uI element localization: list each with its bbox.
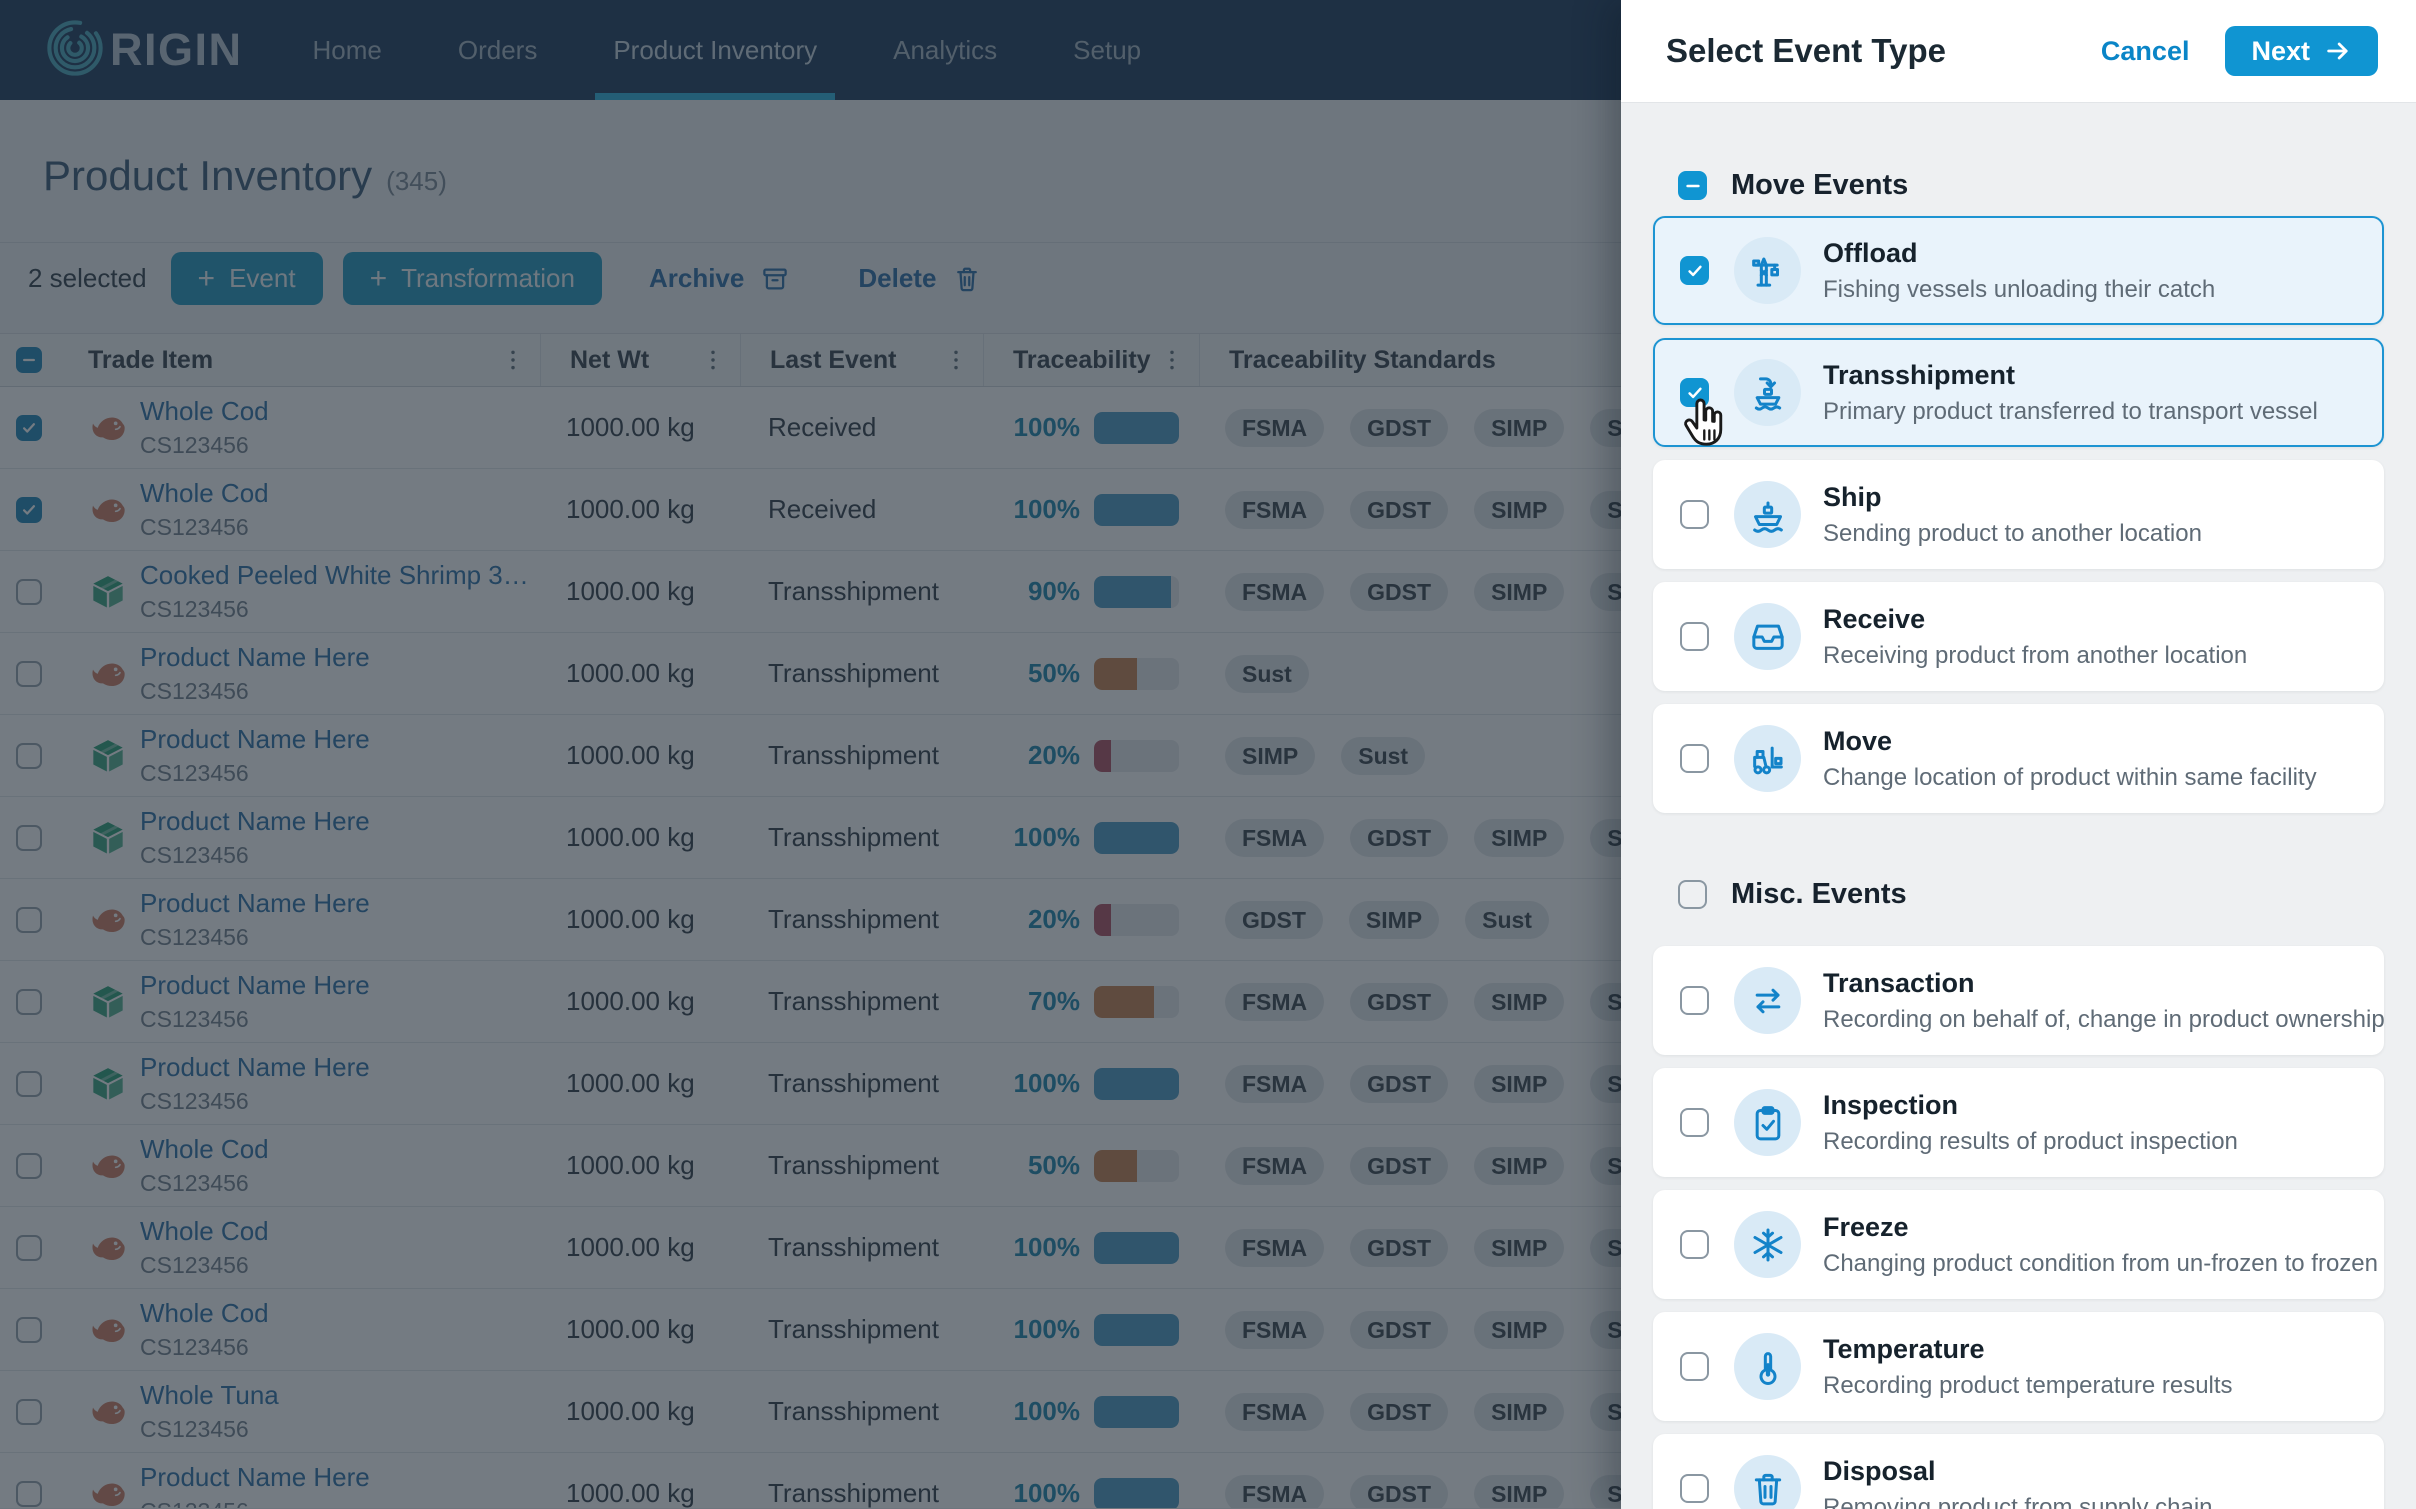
event-checkbox-offload[interactable] [1680, 256, 1709, 285]
event-description: Fishing vessels unloading their catch [1823, 275, 2216, 303]
event-title: Receive [1823, 603, 1926, 634]
event-description: Removing product from supply chain [1823, 1493, 2213, 1509]
snowflake-icon [1734, 1211, 1801, 1278]
event-checkbox-temperature[interactable] [1680, 1352, 1709, 1381]
event-title: Temperature [1823, 1333, 1985, 1364]
card-text: Transshipment Primary product transferred… [1823, 360, 2318, 426]
inbox-icon [1734, 603, 1801, 670]
event-card-freeze[interactable]: Freeze Changing product condition from un… [1653, 1190, 2384, 1299]
select-event-type-panel: Select Event Type Cancel Next Move Event… [1621, 0, 2416, 1509]
arrow-right-icon [2327, 42, 2348, 60]
event-card-receive[interactable]: Receive Receiving product from another lo… [1653, 582, 2384, 691]
event-card-move[interactable]: Move Change location of product within sa… [1653, 704, 2384, 813]
event-checkbox-move[interactable] [1680, 744, 1709, 773]
event-card-transshipment[interactable]: Transshipment Primary product transferred… [1653, 338, 2384, 447]
event-title: Move [1823, 725, 1893, 756]
thermometer-icon [1734, 1333, 1801, 1400]
event-checkbox-disposal[interactable] [1680, 1474, 1709, 1503]
event-card-offload[interactable]: Offload Fishing vessels unloading their c… [1653, 216, 2384, 325]
panel-body: Move Events Offload Fishing vessels unload… [1621, 103, 2416, 1509]
section-header: Misc. Events [1653, 878, 2384, 911]
event-title: Offload [1823, 237, 1918, 268]
cancel-button[interactable]: Cancel [2101, 36, 2190, 67]
panel-title: Select Event Type [1666, 32, 1947, 69]
event-title: Freeze [1823, 1211, 1909, 1242]
event-title: Transaction [1823, 967, 1975, 998]
event-card-ship[interactable]: Ship Sending product to another location [1653, 460, 2384, 569]
event-card-temperature[interactable]: Temperature Recording product temperature… [1653, 1312, 2384, 1421]
section-checkbox[interactable] [1678, 171, 1707, 200]
event-card-disposal[interactable]: Disposal Removing product from supply cha… [1653, 1434, 2384, 1509]
card-text: Offload Fishing vessels unloading their c… [1823, 238, 2215, 304]
event-description: Changing product condition from un-froze… [1823, 1249, 2378, 1277]
card-text: Receive Receiving product from another lo… [1823, 604, 2247, 670]
section-label: Misc. Events [1731, 878, 1907, 910]
event-description: Primary product transferred to transport… [1823, 397, 2318, 425]
transfer-icon [1734, 967, 1801, 1034]
card-text: Freeze Changing product condition from un… [1823, 1212, 2378, 1278]
event-description: Recording results of product inspection [1823, 1127, 2238, 1155]
event-card-transaction[interactable]: Transaction Recording on behalf of, chang… [1653, 946, 2385, 1055]
event-checkbox-receive[interactable] [1680, 622, 1709, 651]
event-description: Change location of product within same f… [1823, 763, 2317, 791]
card-text: Move Change location of product within sa… [1823, 726, 2317, 792]
forklift-icon [1734, 725, 1801, 792]
ship-icon [1734, 481, 1801, 548]
card-text: Ship Sending product to another location [1823, 482, 2202, 548]
event-checkbox-ship[interactable] [1680, 500, 1709, 529]
event-description: Recording product temperature results [1823, 1371, 2233, 1399]
event-card-inspection[interactable]: Inspection Recording results of product i… [1653, 1068, 2384, 1177]
event-title: Inspection [1823, 1089, 1959, 1120]
clipboard-check-icon [1734, 1089, 1801, 1156]
event-description: Sending product to another location [1823, 519, 2202, 547]
event-section-move-events: Move Events Offload Fishing vessels unload… [1653, 169, 2384, 813]
event-title: Transshipment [1823, 359, 2016, 390]
card-text: Disposal Removing product from supply cha… [1823, 1456, 2213, 1509]
event-description: Receiving product from another location [1823, 641, 2248, 669]
section-checkbox[interactable] [1678, 880, 1707, 909]
section-label: Move Events [1731, 169, 1909, 201]
card-text: Transaction Recording on behalf of, chang… [1823, 967, 2385, 1034]
ship-down-icon [1734, 359, 1801, 426]
card-text: Temperature Recording product temperature… [1823, 1334, 2233, 1400]
event-checkbox-transshipment[interactable] [1680, 378, 1709, 407]
section-header: Move Events [1653, 169, 2384, 202]
event-section-misc-events: Misc. Events Transaction Recording on beha… [1653, 878, 2385, 1509]
event-title: Disposal [1823, 1455, 1936, 1486]
event-checkbox-transaction[interactable] [1680, 986, 1709, 1015]
trash-icon [1734, 1455, 1801, 1509]
crane-icon [1734, 237, 1801, 304]
event-checkbox-inspection[interactable] [1680, 1108, 1709, 1137]
event-description: Recording on behalf of, change in produc… [1823, 1005, 2385, 1033]
event-checkbox-freeze[interactable] [1680, 1230, 1709, 1259]
event-title: Ship [1823, 481, 1882, 512]
panel-header: Select Event Type Cancel Next [1621, 0, 2416, 103]
card-text: Inspection Recording results of product i… [1823, 1090, 2238, 1156]
next-button[interactable]: Next [2225, 26, 2378, 76]
